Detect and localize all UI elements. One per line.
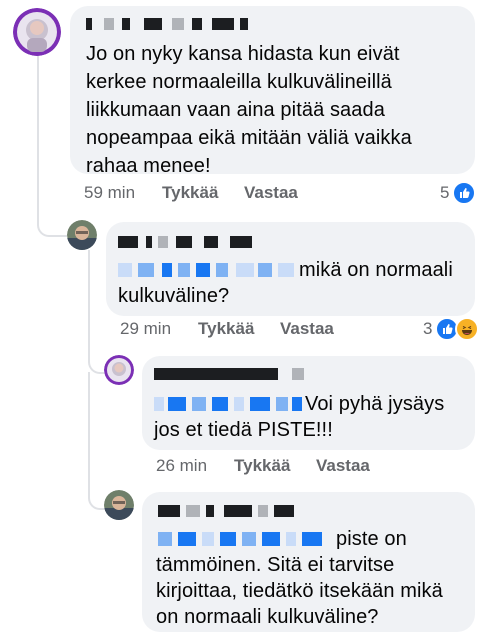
comment-time[interactable]: 29 min (120, 319, 171, 339)
avatar[interactable] (67, 220, 97, 250)
comment-text: kulkuväline? (118, 285, 230, 307)
avatar[interactable] (13, 8, 61, 56)
avatar-image (67, 220, 97, 250)
mention-link[interactable] (158, 532, 330, 546)
avatar[interactable] (104, 490, 134, 520)
comment-text: kirjoittaa, tiedätkö itsekään mikä (156, 580, 443, 602)
comment-text: Voi pyhä jysäys (305, 393, 445, 415)
thread-line-reply (88, 250, 90, 345)
thread-connector (37, 205, 67, 237)
comment-text: Jo on nyky kansa hidasta kun eivät (86, 43, 400, 65)
author-name[interactable] (118, 236, 258, 248)
avatar-image (104, 490, 134, 520)
haha-icon (455, 317, 479, 341)
avatar[interactable] (104, 355, 134, 385)
reply-button[interactable]: Vastaa (244, 183, 298, 203)
avatar-image (104, 355, 134, 385)
author-name[interactable] (154, 368, 304, 380)
comment-text: piste on (336, 528, 407, 550)
reply-button[interactable]: Vastaa (316, 456, 370, 476)
like-button[interactable]: Tykkää (162, 183, 218, 203)
like-button[interactable]: Tykkää (234, 456, 290, 476)
comment-text: tämmöinen. Sitä ei tarvitse (156, 554, 395, 576)
mention-link[interactable] (118, 263, 294, 277)
thread-connector (88, 340, 104, 374)
thread-line-main (37, 52, 39, 222)
comment-time[interactable]: 26 min (156, 456, 207, 476)
avatar-image (13, 8, 61, 56)
comment-text: mikä on normaali (299, 259, 453, 281)
comment-text: rahaa menee! (86, 155, 211, 177)
comment-text: nopeampaa eikä mitään väliä vaikka (86, 127, 412, 149)
mention-link[interactable] (154, 397, 302, 411)
comment-text: on normaali kulkuväline? (156, 606, 379, 628)
like-icon (452, 181, 476, 205)
author-name[interactable] (158, 505, 308, 517)
thread-connector (88, 474, 104, 510)
like-button[interactable]: Tykkää (198, 319, 254, 339)
author-name[interactable] (86, 18, 256, 30)
comment-text: kerkee normaaleilla kulkuvälineillä (86, 71, 392, 93)
reaction-count[interactable]: 5 (440, 183, 449, 203)
reply-button[interactable]: Vastaa (280, 319, 334, 339)
comment-text: jos et tiedä PISTE!!! (154, 419, 333, 441)
comment-text: liikkumaan vaan aina pitää saada (86, 99, 385, 121)
reaction-count[interactable]: 3 (423, 319, 432, 339)
comment-time[interactable]: 59 min (84, 183, 135, 203)
